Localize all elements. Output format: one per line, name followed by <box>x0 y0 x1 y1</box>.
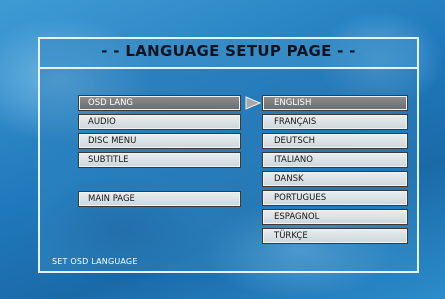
triangle-right-icon <box>245 96 261 110</box>
status-text: SET OSD LANGUAGE <box>52 257 138 266</box>
language-option-deutsch[interactable]: DEUTSCH <box>262 133 408 149</box>
title-bar: - - LANGUAGE SETUP PAGE - - <box>40 39 417 69</box>
menu-item-disc-menu[interactable]: DISC MENU <box>78 133 241 149</box>
menu-item-osd-lang[interactable]: OSD LANG <box>78 95 241 111</box>
menu-item-subtitle[interactable]: SUBTITLE <box>78 152 241 168</box>
menu-item-audio[interactable]: AUDIO <box>78 114 241 130</box>
language-option-francais[interactable]: FRANÇAIS <box>262 114 408 130</box>
page-title: - - LANGUAGE SETUP PAGE - - <box>101 42 356 60</box>
language-option-italiano[interactable]: ITALIANO <box>262 152 408 168</box>
language-option-turkce[interactable]: TÜRKÇE <box>262 228 408 244</box>
menu-item-main-page[interactable]: MAIN PAGE <box>78 191 241 207</box>
language-setup-panel: - - LANGUAGE SETUP PAGE - - OSD LANG AUD… <box>38 37 419 273</box>
language-option-dansk[interactable]: DANSK <box>262 171 408 187</box>
osd-screen: - - LANGUAGE SETUP PAGE - - OSD LANG AUD… <box>0 0 445 299</box>
language-option-english[interactable]: ENGLISH <box>262 95 408 111</box>
language-option-portugues[interactable]: PORTUGUES <box>262 190 408 206</box>
language-option-espagnol[interactable]: ESPAGNOL <box>262 209 408 225</box>
